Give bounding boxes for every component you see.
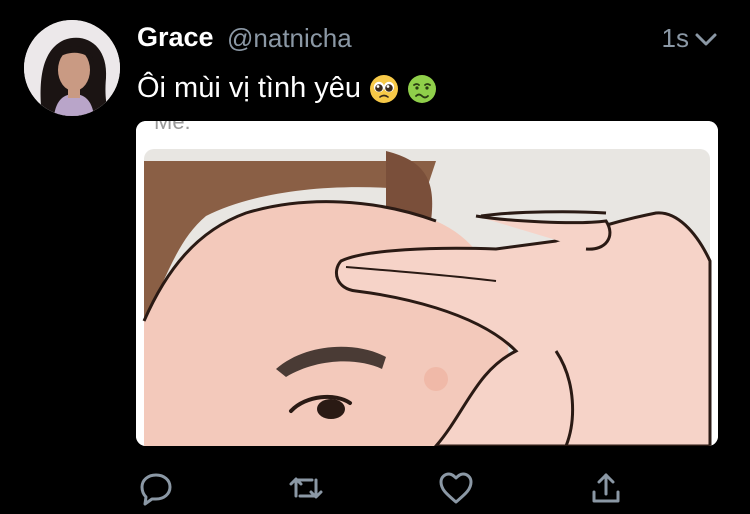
chevron-down-icon[interactable] <box>693 26 719 52</box>
reply-icon[interactable] <box>138 470 174 506</box>
author-handle[interactable]: @natnicha <box>227 23 352 54</box>
heart-icon[interactable] <box>438 470 474 506</box>
tweet-text-row: Ôi mùi vị tình yêu <box>137 72 437 105</box>
share-icon[interactable] <box>588 470 624 506</box>
tweet-header: Grace @natnicha 1s <box>137 22 727 56</box>
meme-illustration: Me: <box>136 121 718 446</box>
nauseated-face-emoji <box>407 74 437 104</box>
media-caption: Me: <box>154 121 191 134</box>
retweet-icon[interactable] <box>288 470 324 506</box>
tweet-media-image[interactable]: Me: <box>136 121 718 446</box>
timestamp[interactable]: 1s <box>662 23 689 54</box>
author-name[interactable]: Grace <box>137 22 214 53</box>
tweet-text: Ôi mùi vị tình yêu <box>137 72 362 104</box>
avatar[interactable] <box>24 20 120 116</box>
pleading-face-emoji <box>369 74 399 104</box>
tweet-action-bar <box>138 470 638 506</box>
avatar-image <box>24 20 120 116</box>
